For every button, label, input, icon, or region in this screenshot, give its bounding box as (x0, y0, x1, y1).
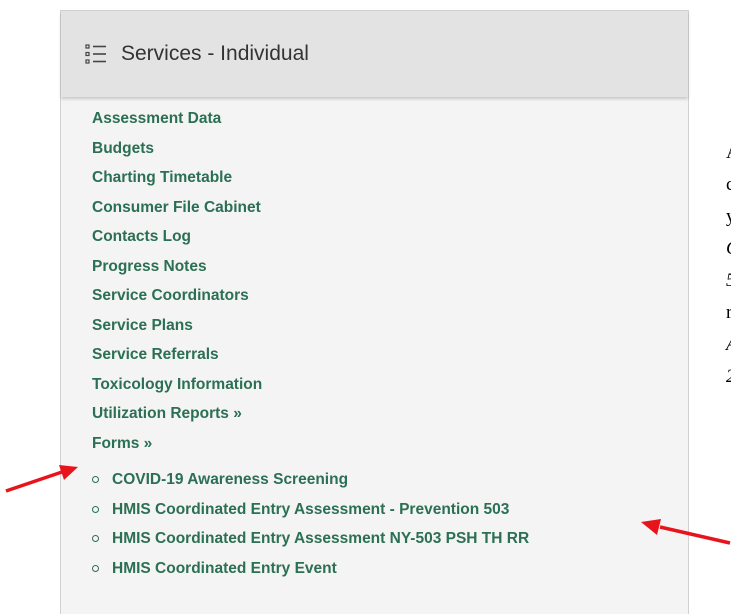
menu-item-consumer-file-cabinet[interactable]: Consumer File Cabinet (92, 193, 262, 223)
form-item-hmis-ce-event[interactable]: HMIS Coordinated Entry Event (92, 554, 529, 584)
side-text-line: 2 (726, 361, 731, 393)
side-text-line: A (726, 329, 731, 361)
form-item-hmis-ce-assessment-prevention-503[interactable]: HMIS Coordinated Entry Assessment - Prev… (92, 495, 529, 525)
menu-item-forms[interactable]: Forms » (92, 429, 262, 459)
services-menu: Assessment Data Budgets Charting Timetab… (92, 104, 262, 458)
list-icon (85, 43, 107, 65)
menu-item-service-plans[interactable]: Service Plans (92, 311, 262, 341)
forms-submenu: COVID-19 Awareness Screening HMIS Coordi… (92, 465, 529, 583)
side-text-line: C (726, 233, 731, 265)
menu-item-budgets[interactable]: Budgets (92, 134, 262, 164)
side-text-line: c (726, 174, 731, 195)
menu-item-service-referrals[interactable]: Service Referrals (92, 340, 262, 370)
menu-item-assessment-data[interactable]: Assessment Data (92, 104, 262, 134)
side-text-line: A (726, 137, 731, 169)
bullet-icon (92, 505, 99, 513)
panel-header: Services - Individual (61, 11, 688, 97)
bullet-icon (92, 564, 99, 572)
form-item-label: HMIS Coordinated Entry Assessment NY-503… (112, 530, 530, 547)
menu-item-progress-notes[interactable]: Progress Notes (92, 252, 262, 282)
form-item-covid-19-awareness-screening[interactable]: COVID-19 Awareness Screening (92, 465, 529, 495)
menu-item-toxicology-information[interactable]: Toxicology Information (92, 370, 262, 400)
form-item-label: COVID-19 Awareness Screening (112, 471, 349, 488)
bullet-icon (92, 535, 99, 543)
panel-title: Services - Individual (121, 42, 309, 65)
menu-item-utilization-reports[interactable]: Utilization Reports » (92, 399, 262, 429)
bullet-icon (92, 476, 99, 484)
menu-item-charting-timetable[interactable]: Charting Timetable (92, 163, 262, 193)
side-text-line: 5 (726, 265, 731, 297)
side-text-line: y (726, 206, 731, 227)
services-individual-panel: Services - Individual Assessment Data Bu… (60, 10, 689, 614)
menu-item-contacts-log[interactable]: Contacts Log (92, 222, 262, 252)
form-item-label: HMIS Coordinated Entry Event (112, 559, 337, 577)
menu-item-service-coordinators[interactable]: Service Coordinators (92, 281, 262, 311)
side-text-line: r (726, 302, 731, 323)
form-item-label: HMIS Coordinated Entry Assessment - Prev… (112, 500, 510, 518)
form-item-hmis-ce-assessment-ny-503-psh-th-rr[interactable]: HMIS Coordinated Entry Assessment NY-503… (92, 524, 529, 554)
